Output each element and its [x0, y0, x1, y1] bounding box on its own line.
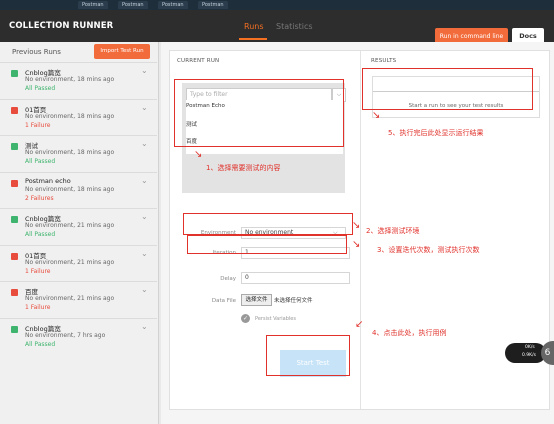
annotation-arrow-icon: ↘ [194, 149, 203, 160]
data-file-label: Data File [211, 298, 236, 304]
upload-speed: 0K/s [525, 345, 535, 350]
tab-runs[interactable]: Runs [244, 22, 264, 31]
run-meta: No environment, 7 hrs ago [25, 331, 106, 339]
browser-tab-strip: Postman Postman Postman Postman [0, 0, 554, 10]
annotation-5: 5、执行完后此处显示运行结果 [388, 129, 484, 137]
app-title: COLLECTION RUNNER [9, 21, 114, 31]
app-header: COLLECTION RUNNER Runs Statistics Run in… [0, 10, 554, 45]
checkmark-icon[interactable]: ✓ [241, 314, 250, 323]
import-test-run-button[interactable]: Import Test Run [94, 44, 150, 59]
delay-label: Delay [220, 276, 236, 282]
run-status-icon [11, 289, 18, 296]
run-status: All Passed [25, 340, 56, 348]
browser-tab[interactable]: Postman [198, 1, 228, 9]
annotation-arrow-icon: ↘ [372, 110, 381, 121]
run-item[interactable]: Cnblog篇宽 No environment, 18 mins ago All P… [0, 62, 157, 99]
run-status: 1 Failure [25, 121, 51, 129]
run-item[interactable]: 01首页 No environment, 18 mins ago 1 Failure… [0, 98, 157, 136]
run-status-icon [11, 70, 18, 77]
run-meta: No environment, 18 mins ago [25, 112, 115, 120]
results-label: RESULTS [371, 58, 397, 64]
chevron-down-icon[interactable]: ⌄ [141, 66, 148, 75]
annotation-box-results [362, 68, 533, 110]
run-meta: No environment, 21 mins ago [25, 222, 115, 229]
run-status-icon [11, 325, 18, 333]
chevron-down-icon[interactable]: ⌄ [141, 176, 148, 185]
run-status-icon [11, 216, 18, 223]
chevron-down-icon[interactable]: ⌄ [141, 139, 148, 148]
run-status-icon [11, 106, 18, 114]
run-status: 1 Failure [25, 304, 51, 311]
download-speed: 0.9K/s [522, 353, 536, 358]
run-status: All Passed [25, 231, 56, 238]
run-status: 2 Failures [25, 194, 54, 202]
run-meta: No environment, 21 mins ago [25, 258, 115, 266]
run-meta: No environment, 18 mins ago [25, 149, 115, 156]
browser-tab[interactable]: Postman [78, 1, 108, 9]
run-status-icon [11, 252, 18, 260]
run-status: All Passed [25, 85, 56, 92]
run-item[interactable]: Cnblog篇宽 No environment, 21 mins ago All P… [0, 208, 157, 245]
run-item[interactable]: 测试 No environment, 18 mins ago All Passed ⌄ [0, 135, 157, 172]
network-speed-widget: 0K/s 0.9K/s [505, 343, 546, 363]
browser-tab[interactable]: Postman [158, 1, 188, 9]
chevron-down-icon[interactable]: ⌄ [141, 285, 148, 294]
browser-tab[interactable]: Postman [118, 1, 148, 9]
annotation-arrow-icon: ↙ [355, 319, 364, 330]
annotation-2: 2、选择测试环境 [366, 227, 420, 235]
chevron-down-icon[interactable]: ⌄ [141, 249, 148, 258]
sidebar-title: Previous Runs [12, 48, 61, 56]
annotation-arrow-icon: ↘ [352, 239, 361, 250]
choose-file-button[interactable]: 选择文件 [241, 294, 272, 306]
run-meta: No environment, 18 mins ago [25, 76, 115, 83]
run-status-icon [11, 143, 18, 150]
delay-input[interactable]: 0 [241, 272, 350, 284]
annotation-3: 3、设置迭代次数，测试执行次数 [377, 246, 480, 254]
annotation-box-environment [183, 213, 353, 235]
annotation-4: 4、点击此处，执行用例 [372, 329, 447, 337]
annotation-box-collections [174, 79, 344, 147]
persist-variables-label: Persist Variables [255, 316, 296, 322]
no-file-text: 未选择任何文件 [274, 298, 313, 304]
run-meta: No environment, 18 mins ago [25, 185, 115, 193]
current-run-label: CURRENT RUN [177, 58, 220, 64]
tab-statistics[interactable]: Statistics [276, 22, 313, 31]
run-item[interactable]: Postman echo No environment, 18 mins ago 2… [0, 171, 157, 209]
run-status: All Passed [25, 158, 56, 165]
active-tab-indicator [239, 38, 267, 40]
run-status: 1 Failure [25, 267, 51, 275]
chevron-down-icon[interactable]: ⌄ [141, 212, 148, 221]
run-meta: No environment, 21 mins ago [25, 295, 115, 302]
run-status-icon [11, 179, 18, 187]
chevron-down-icon[interactable]: ⌄ [141, 103, 148, 112]
run-item[interactable]: 百度 No environment, 21 mins ago 1 Failure ⌄ [0, 281, 157, 318]
annotation-box-start [266, 335, 350, 376]
run-item[interactable]: Cnblog篇宽 No environment, 7 hrs ago All Pas… [0, 317, 157, 355]
annotation-1: 1、选择需要测试的内容 [206, 164, 281, 172]
chevron-down-icon[interactable]: ⌄ [141, 322, 148, 331]
annotation-arrow-icon: ↘ [352, 220, 361, 231]
run-item[interactable]: 01首页 No environment, 21 mins ago 1 Failure… [0, 244, 157, 282]
run-name: Postman echo [25, 176, 71, 185]
previous-runs-sidebar: Previous Runs Import Test Run Cnblog篇宽 No… [0, 42, 159, 424]
annotation-box-iteration [187, 235, 347, 254]
